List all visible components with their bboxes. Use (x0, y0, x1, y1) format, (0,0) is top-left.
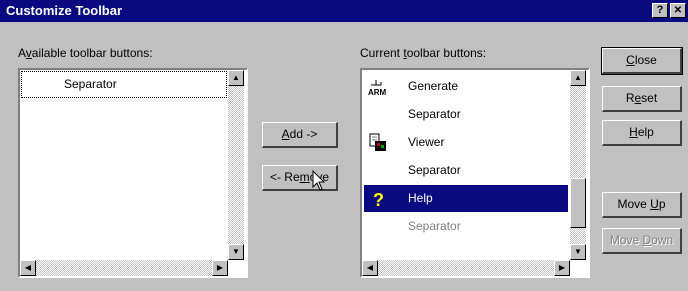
list-item[interactable]: Separator (21, 71, 227, 98)
current-buttons-list[interactable]: ARM Generate Separator Viewer Separator … (360, 68, 590, 278)
scroll-right-icon[interactable]: ▶ (212, 260, 228, 276)
list-item-selected[interactable]: ? Help (364, 185, 568, 212)
horizontal-scrollbar[interactable]: ◀ ▶ (20, 260, 228, 276)
list-item[interactable]: Separator (364, 213, 568, 240)
remove-button[interactable]: <- Remove (262, 165, 338, 191)
list-item[interactable]: ARM Generate (364, 73, 568, 100)
vertical-scrollbar[interactable]: ▲ ▼ (228, 70, 244, 260)
list-item[interactable]: Separator (364, 101, 568, 128)
title-bar[interactable]: Customize Toolbar ? ✕ (0, 0, 688, 22)
scroll-down-icon[interactable]: ▼ (228, 244, 244, 260)
scroll-left-icon[interactable]: ◀ (20, 260, 36, 276)
close-window-button[interactable]: ✕ (670, 3, 686, 18)
list-item-label: Separator (64, 77, 117, 91)
viewer-icon (369, 133, 386, 151)
question-mark-icon: ? (373, 190, 384, 209)
list-item-label: Separator (408, 163, 461, 177)
list-item-label: Generate (408, 79, 459, 93)
vertical-scrollbar[interactable]: ▲ ▼ (570, 70, 586, 260)
list-item-label: Separator (408, 107, 461, 121)
list-item-label: Viewer (408, 135, 445, 149)
list-item-label: Separator (408, 219, 461, 233)
scroll-up-icon[interactable]: ▲ (570, 70, 586, 86)
scroll-right-icon[interactable]: ▶ (554, 260, 570, 276)
move-up-button[interactable]: Move Up (602, 192, 682, 218)
scroll-thumb[interactable] (570, 178, 586, 228)
available-buttons-list[interactable]: Separator ▲ ▼ ◀ ▶ (18, 68, 248, 278)
scroll-up-icon[interactable]: ▲ (228, 70, 244, 86)
context-help-button[interactable]: ? (652, 3, 668, 18)
dialog-title: Customize Toolbar (6, 3, 123, 18)
move-down-button[interactable]: Move Down (602, 228, 682, 254)
mouse-cursor-icon (312, 170, 326, 191)
add-button[interactable]: Add -> (262, 122, 338, 148)
list-item[interactable]: Viewer (364, 129, 568, 156)
customize-toolbar-dialog: Customize Toolbar ? ✕ Available toolbar … (0, 0, 688, 291)
help-button[interactable]: Help (602, 120, 682, 146)
arm-generate-icon: ARM (368, 80, 387, 97)
scroll-down-icon[interactable]: ▼ (570, 244, 586, 260)
reset-button[interactable]: Reset (602, 86, 682, 112)
svg-text:ARM: ARM (368, 88, 387, 97)
svg-text:?: ? (373, 190, 384, 209)
list-item[interactable]: Separator (364, 157, 568, 184)
list-item-label: Help (408, 191, 433, 205)
scroll-left-icon[interactable]: ◀ (362, 260, 378, 276)
horizontal-scrollbar[interactable]: ◀ ▶ (362, 260, 570, 276)
close-button[interactable]: Close (601, 47, 683, 75)
current-buttons-label: Current toolbar buttons: (360, 46, 487, 60)
available-buttons-label: Available toolbar buttons: (18, 46, 153, 60)
